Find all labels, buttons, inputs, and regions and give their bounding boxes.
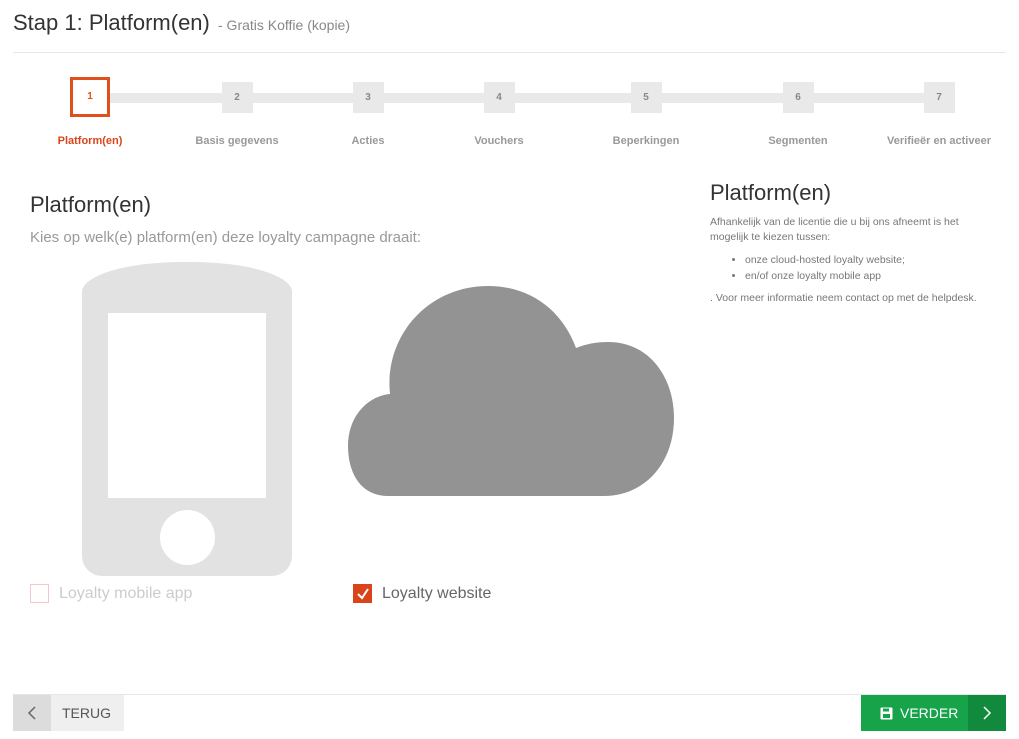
list-item: en/of onze loyalty mobile app — [745, 268, 905, 284]
wizard-step-1[interactable]: 1 Platform(en) — [20, 77, 160, 147]
mobile-app-label: Loyalty mobile app — [59, 584, 193, 602]
page-header: Stap 1: Platform(en) - Gratis Koffie (ko… — [13, 8, 1006, 53]
step-label: Basis gegevens — [195, 135, 279, 147]
save-icon — [880, 707, 893, 720]
step-number: 1 — [70, 77, 110, 117]
next-button[interactable]: VERDER — [861, 695, 1006, 731]
step-number: 4 — [483, 82, 515, 113]
list-item: onze cloud-hosted loyalty website; — [745, 252, 905, 268]
section-subtitle: Kies op welk(e) platform(en) deze loyalt… — [30, 229, 422, 246]
wizard-step-7[interactable]: 7 Verifieër en activeer — [869, 80, 1009, 147]
info-text: Afhankelijk van de licentie die u bij on… — [710, 216, 959, 243]
page-title: Stap 1: Platform(en) - Gratis Koffie (ko… — [13, 10, 350, 36]
phone-screen — [108, 313, 266, 498]
wizard-steps: 1 Platform(en) 2 Basis gegevens 3 Acties… — [0, 77, 1019, 160]
back-button-label: TERUG — [62, 705, 111, 721]
checkmark-icon — [356, 587, 369, 600]
step-label: Verifieër en activeer — [887, 135, 991, 147]
page-title-text: Stap 1: Platform(en) — [13, 10, 210, 35]
option-mobile-app[interactable]: Loyalty mobile app — [30, 584, 192, 603]
step-number: 5 — [630, 82, 662, 113]
step-label: Segmenten — [768, 135, 828, 147]
phone-home-button — [160, 510, 215, 565]
step-label: Vouchers — [474, 135, 524, 147]
option-website[interactable]: Loyalty website — [353, 584, 491, 603]
step-number: 2 — [221, 82, 253, 113]
back-button[interactable]: TERUG — [13, 695, 124, 731]
wizard-step-2[interactable]: 2 Basis gegevens — [167, 80, 307, 147]
website-checkbox[interactable] — [353, 584, 372, 603]
website-label: Loyalty website — [382, 584, 492, 602]
section-title: Platform(en) — [30, 192, 152, 217]
step-number: 3 — [352, 82, 384, 113]
info-title: Platform(en) — [710, 180, 832, 205]
step-number: 7 — [923, 82, 955, 113]
wizard-step-4[interactable]: 4 Vouchers — [429, 80, 569, 147]
chevron-right-icon — [968, 695, 1006, 731]
next-button-label: VERDER — [900, 705, 959, 721]
step-label: Beperkingen — [612, 135, 680, 147]
mobile-app-checkbox[interactable] — [30, 584, 49, 603]
footer-divider — [13, 694, 1006, 695]
step-label: Platform(en) — [57, 135, 123, 147]
cloud-icon[interactable] — [348, 286, 674, 498]
wizard-step-6[interactable]: 6 Segmenten — [728, 80, 868, 147]
chevron-left-icon — [13, 695, 51, 731]
step-number: 6 — [782, 82, 814, 113]
info-list: onze cloud-hosted loyalty website; en/of… — [745, 252, 905, 284]
wizard-step-5[interactable]: 5 Beperkingen — [576, 80, 716, 147]
page-subtitle: - Gratis Koffie (kopie) — [218, 17, 351, 33]
step-label: Acties — [351, 135, 385, 147]
info-note: . Voor meer informatie neem contact op m… — [710, 292, 977, 304]
mobile-phone-icon[interactable] — [82, 262, 292, 576]
wizard-step-3[interactable]: 3 Acties — [298, 80, 438, 147]
